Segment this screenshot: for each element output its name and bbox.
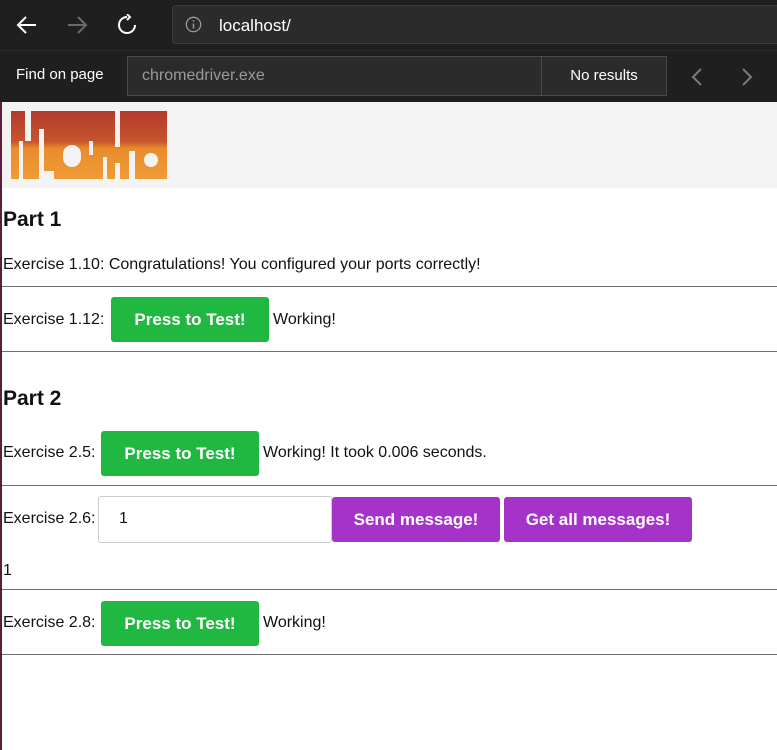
find-query-text: chromedriver.exe	[142, 67, 265, 84]
find-bar: Find on page chromedriver.exe No results	[0, 50, 777, 102]
find-input[interactable]: chromedriver.exe	[127, 56, 542, 96]
find-previous-button[interactable]	[677, 57, 717, 97]
refresh-button[interactable]	[102, 0, 152, 50]
exercise-2-8-label: Exercise 2.8:	[3, 614, 96, 631]
get-all-messages-button[interactable]: Get all messages!	[504, 497, 692, 542]
forward-button[interactable]	[52, 0, 102, 50]
arrow-left-icon	[16, 16, 36, 34]
info-icon[interactable]	[185, 16, 202, 33]
message-input-value: 1	[119, 510, 128, 527]
message-input[interactable]: 1	[98, 496, 332, 543]
arrow-right-icon	[68, 16, 88, 34]
exercise-2-6-label: Exercise 2.6:	[3, 510, 96, 527]
chevron-left-icon	[691, 68, 702, 86]
divider	[2, 351, 777, 352]
exercise-1-12-test-button[interactable]: Press to Test!	[111, 297, 269, 342]
exercise-1-10-label: Exercise 1.10:	[3, 256, 105, 273]
exercise-1-10-row: Exercise 1.10: Congratulations! You conf…	[3, 256, 481, 274]
part2-heading: Part 2	[3, 387, 62, 410]
chevron-right-icon	[742, 68, 753, 86]
exercise-2-5-status: Working! It took 0.006 seconds.	[263, 444, 487, 461]
divider	[2, 589, 777, 590]
find-next-button[interactable]	[727, 57, 767, 97]
exercise-2-8-status: Working!	[263, 614, 326, 631]
refresh-icon	[118, 14, 136, 34]
address-bar[interactable]: localhost/	[172, 5, 777, 44]
send-message-button[interactable]: Send message!	[332, 497, 500, 542]
header-band	[2, 102, 777, 188]
find-results-count: No results	[541, 56, 667, 96]
messages-output: 1	[3, 562, 12, 579]
divider	[2, 654, 777, 655]
exercise-2-8-test-button[interactable]: Press to Test!	[101, 601, 259, 646]
divider	[2, 485, 777, 486]
exercise-1-12-status: Working!	[273, 311, 336, 328]
url-text: localhost/	[219, 16, 291, 35]
exercise-1-10-text: Congratulations! You configured your por…	[108, 256, 481, 273]
part1-heading: Part 1	[3, 208, 62, 231]
back-button[interactable]	[2, 0, 52, 50]
exercise-2-5-label: Exercise 2.5:	[3, 444, 96, 461]
exercise-1-12-label: Exercise 1.12:	[3, 311, 105, 328]
exercise-2-5-test-button[interactable]: Press to Test!	[101, 431, 259, 476]
toska-logo	[11, 111, 167, 179]
find-label: Find on page	[16, 66, 104, 83]
browser-toolbar: localhost/	[0, 0, 777, 50]
window-edge	[0, 102, 2, 750]
divider	[2, 286, 777, 287]
